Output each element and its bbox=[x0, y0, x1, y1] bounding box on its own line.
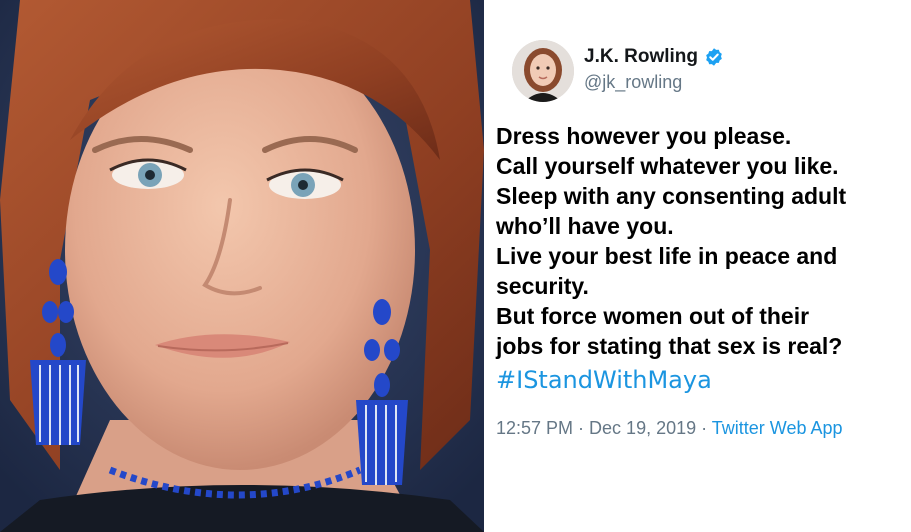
display-name[interactable]: J.K. Rowling bbox=[584, 46, 724, 68]
tweet-card: J.K. Rowling @jk_rowling Dress however y… bbox=[484, 0, 911, 532]
tweet-time[interactable]: 12:57 PM bbox=[496, 418, 573, 438]
verified-badge-icon bbox=[704, 47, 724, 67]
avatar-image bbox=[512, 40, 574, 102]
tweet-date[interactable]: Dec 19, 2019 bbox=[589, 418, 696, 438]
portrait-photo bbox=[0, 0, 484, 532]
tweet-text-line: Live your best life in peace and bbox=[496, 243, 838, 269]
display-name-text: J.K. Rowling bbox=[584, 46, 698, 67]
tweet-text-line: jobs for stating that sex is real? bbox=[496, 333, 843, 359]
user-handle[interactable]: @jk_rowling bbox=[584, 72, 682, 93]
tweet-text-line: Dress however you please. bbox=[496, 123, 792, 149]
tweet-text-line: who’ll have you. bbox=[496, 213, 674, 239]
tweet-meta: 12:57 PM · Dec 19, 2019 · Twitter Web Ap… bbox=[496, 418, 843, 439]
meta-separator: · bbox=[573, 418, 590, 438]
portrait-illustration bbox=[0, 0, 484, 532]
avatar[interactable] bbox=[512, 40, 574, 102]
tweet-text: Dress however you please. Call yourself … bbox=[496, 121, 906, 361]
tweet-text-line: But force women out of their bbox=[496, 303, 810, 329]
meta-separator: · bbox=[696, 418, 712, 438]
tweet-text-line: security. bbox=[496, 273, 589, 299]
tweet-source-link[interactable]: Twitter Web App bbox=[712, 418, 843, 438]
hashtag-link[interactable]: #IStandWithMaya bbox=[496, 366, 712, 394]
tweet-text-line: Sleep with any consenting adult bbox=[496, 183, 847, 209]
tweet-text-line: Call yourself whatever you like. bbox=[496, 153, 839, 179]
